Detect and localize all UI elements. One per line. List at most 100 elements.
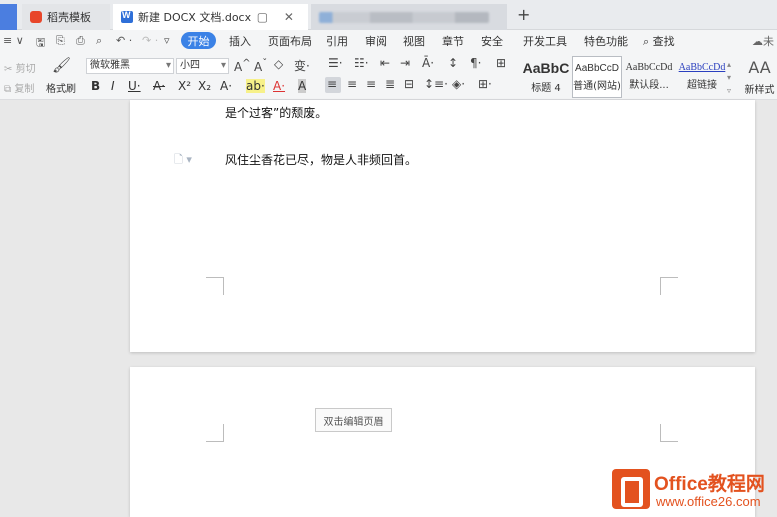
tab-label: 新建 DOCX 文档.docx	[138, 11, 252, 24]
blurred-tab-title	[319, 11, 489, 23]
office26-watermark: Office教程网 www.office26.com	[612, 467, 777, 517]
tab-docer-templates[interactable]: 稻壳模板	[22, 4, 110, 30]
style-normal-web[interactable]: AaBbCcD 普通(网站)	[572, 56, 622, 98]
menu-more-icon[interactable]: ≡ ∨	[3, 34, 24, 47]
new-tab-button[interactable]: +	[517, 5, 530, 24]
char-shading-button[interactable]: A	[298, 79, 307, 93]
paragraph-handle-icon[interactable]: 🗋 ▾	[174, 151, 192, 170]
clear-format-icon[interactable]: ◇	[274, 57, 283, 71]
style-label: 默认段...	[629, 80, 669, 91]
tab-bar: 稻壳模板 新建 DOCX 文档.docx ▢ ✕ +	[0, 0, 777, 30]
cloud-icon: ☁	[752, 35, 763, 48]
highlight-button[interactable]: ab·	[246, 79, 265, 93]
preview-icon[interactable]: ⌕	[96, 34, 102, 48]
chevron-down-icon: ▾	[165, 60, 171, 71]
shrink-font-icon[interactable]: Aˇ	[254, 58, 267, 74]
distribute-icon[interactable]: ⊟	[404, 77, 414, 91]
cloud-label: 未	[763, 35, 774, 48]
justify-icon[interactable]: ≣	[385, 77, 395, 91]
paragraph-line-2[interactable]: 风住尘香花已尽，物是人非频回首。	[225, 151, 417, 168]
align-center-icon[interactable]: ≡	[347, 77, 357, 91]
styles-scroll-icon[interactable]: ▴ ▾ ▿	[727, 58, 731, 97]
font-size-value: 小四	[180, 60, 200, 71]
tab-start[interactable]: 开始	[181, 32, 216, 49]
chinese-layout-icon[interactable]: Ā·	[422, 56, 434, 70]
font-family-value: 微软雅黑	[90, 60, 130, 71]
show-hide-icon[interactable]: ¶·	[470, 56, 481, 70]
tab-review[interactable]: 审阅	[365, 33, 387, 49]
style-heading-4[interactable]: AaBbC 标题 4	[519, 56, 573, 98]
customize-icon[interactable]: ▿	[164, 34, 170, 47]
tab-blurred[interactable]	[311, 4, 507, 30]
bullets-icon[interactable]: ☰·	[328, 56, 343, 70]
tab-security[interactable]: 安全	[481, 33, 503, 49]
decrease-indent-icon[interactable]: ⇤	[380, 56, 390, 70]
format-painter-icon[interactable]: 🖌	[52, 56, 71, 74]
search-label: 查找	[652, 35, 675, 48]
tab-window-controls[interactable]: ▢ ✕	[257, 10, 300, 24]
font-color-button[interactable]: A·	[273, 79, 285, 93]
pinyin-icon[interactable]: 变·	[294, 57, 310, 74]
edit-header-tip[interactable]: 双击编辑页眉	[315, 408, 392, 432]
home-tab-edge[interactable]	[0, 4, 17, 30]
menu-row: ≡ ∨ 🖫 ⎘ ⎙ ⌕ ↶ · ↷ · ▿ 开始 插入 页面布局 引用 审阅 视…	[0, 30, 777, 52]
new-style-label: 新样式	[744, 85, 775, 96]
new-style-button[interactable]: AA 新样式	[742, 58, 777, 96]
table-border-icon[interactable]: ⊞	[496, 56, 506, 70]
tab-document[interactable]: 新建 DOCX 文档.docx ▢ ✕	[113, 4, 308, 30]
tab-view[interactable]: 视图	[403, 33, 425, 49]
tab-special-features[interactable]: 特色功能	[584, 33, 628, 49]
tab-references[interactable]: 引用	[326, 33, 348, 49]
tab-label: 稻壳模板	[47, 11, 91, 24]
print-icon[interactable]: ⎙	[76, 34, 85, 48]
font-size-select[interactable]: 小四 ▾	[176, 58, 229, 74]
page-corner-mark	[206, 424, 224, 442]
superscript-button[interactable]: X²	[178, 79, 191, 93]
save-icon[interactable]: 🖫	[36, 34, 45, 53]
tab-developer[interactable]: 开发工具	[523, 33, 567, 49]
line-spacing-icon[interactable]: ↕≡·	[424, 77, 448, 91]
align-left-icon[interactable]: ≡	[327, 77, 337, 91]
style-sample: AaBbC	[522, 60, 570, 76]
document-page[interactable]	[130, 100, 755, 352]
watermark-title: Office教程网	[654, 474, 765, 495]
increase-indent-icon[interactable]: ⇥	[400, 56, 410, 70]
borders-icon[interactable]: ⊞·	[478, 77, 492, 91]
font-family-select[interactable]: 微软雅黑 ▾	[86, 58, 174, 74]
paragraph-line-1[interactable]: 是个过客”的颓废。	[225, 104, 327, 121]
search-icon: ⌕	[643, 35, 650, 48]
text-effect-button[interactable]: A·	[220, 79, 232, 93]
copy-button[interactable]: ⧉ 复制	[4, 80, 34, 95]
style-label: 普通(网站)	[573, 81, 621, 92]
cut-label: 剪切	[15, 64, 36, 75]
style-sample: AaBbCcDd	[625, 62, 673, 73]
tab-insert[interactable]: 插入	[229, 33, 251, 49]
numbering-icon[interactable]: ☷·	[354, 56, 369, 70]
style-hyperlink[interactable]: AaBbCcDd 超链接	[676, 56, 728, 98]
tab-section[interactable]: 章节	[442, 33, 464, 49]
cut-button[interactable]: ✂ 剪切	[4, 60, 36, 75]
underline-button[interactable]: U·	[128, 79, 141, 93]
watermark-url: www.office26.com	[656, 494, 761, 509]
align-right-icon[interactable]: ≡	[366, 77, 376, 91]
copy-icon: ⧉	[4, 84, 12, 95]
style-default-paragraph[interactable]: AaBbCcDd 默认段...	[623, 56, 675, 98]
bold-button[interactable]: B	[91, 79, 100, 93]
search-button[interactable]: ⌕ 查找	[643, 33, 675, 49]
chevron-down-icon: ▾	[220, 60, 226, 71]
styles-gallery: AaBbC 标题 4 AaBbCcD 普通(网站) AaBbCcDd 默认段..…	[519, 56, 737, 98]
strikethrough-button[interactable]: A·	[153, 79, 165, 93]
output-icon[interactable]: ⎘	[56, 34, 65, 48]
copy-label: 复制	[14, 84, 35, 95]
subscript-button[interactable]: X₂	[198, 79, 211, 93]
style-label: 超链接	[687, 80, 717, 91]
format-painter-button[interactable]: 格式刷	[46, 80, 76, 95]
redo-icon[interactable]: ↷ ·	[142, 34, 158, 47]
sort-icon[interactable]: ↕	[448, 56, 458, 70]
italic-button[interactable]: I	[111, 79, 115, 93]
grow-font-icon[interactable]: A^	[234, 58, 251, 74]
undo-icon[interactable]: ↶ ·	[116, 34, 132, 47]
tab-page-layout[interactable]: 页面布局	[268, 33, 312, 49]
shading-icon[interactable]: ◈·	[452, 77, 465, 91]
cloud-sync-button[interactable]: ☁未	[752, 33, 774, 49]
